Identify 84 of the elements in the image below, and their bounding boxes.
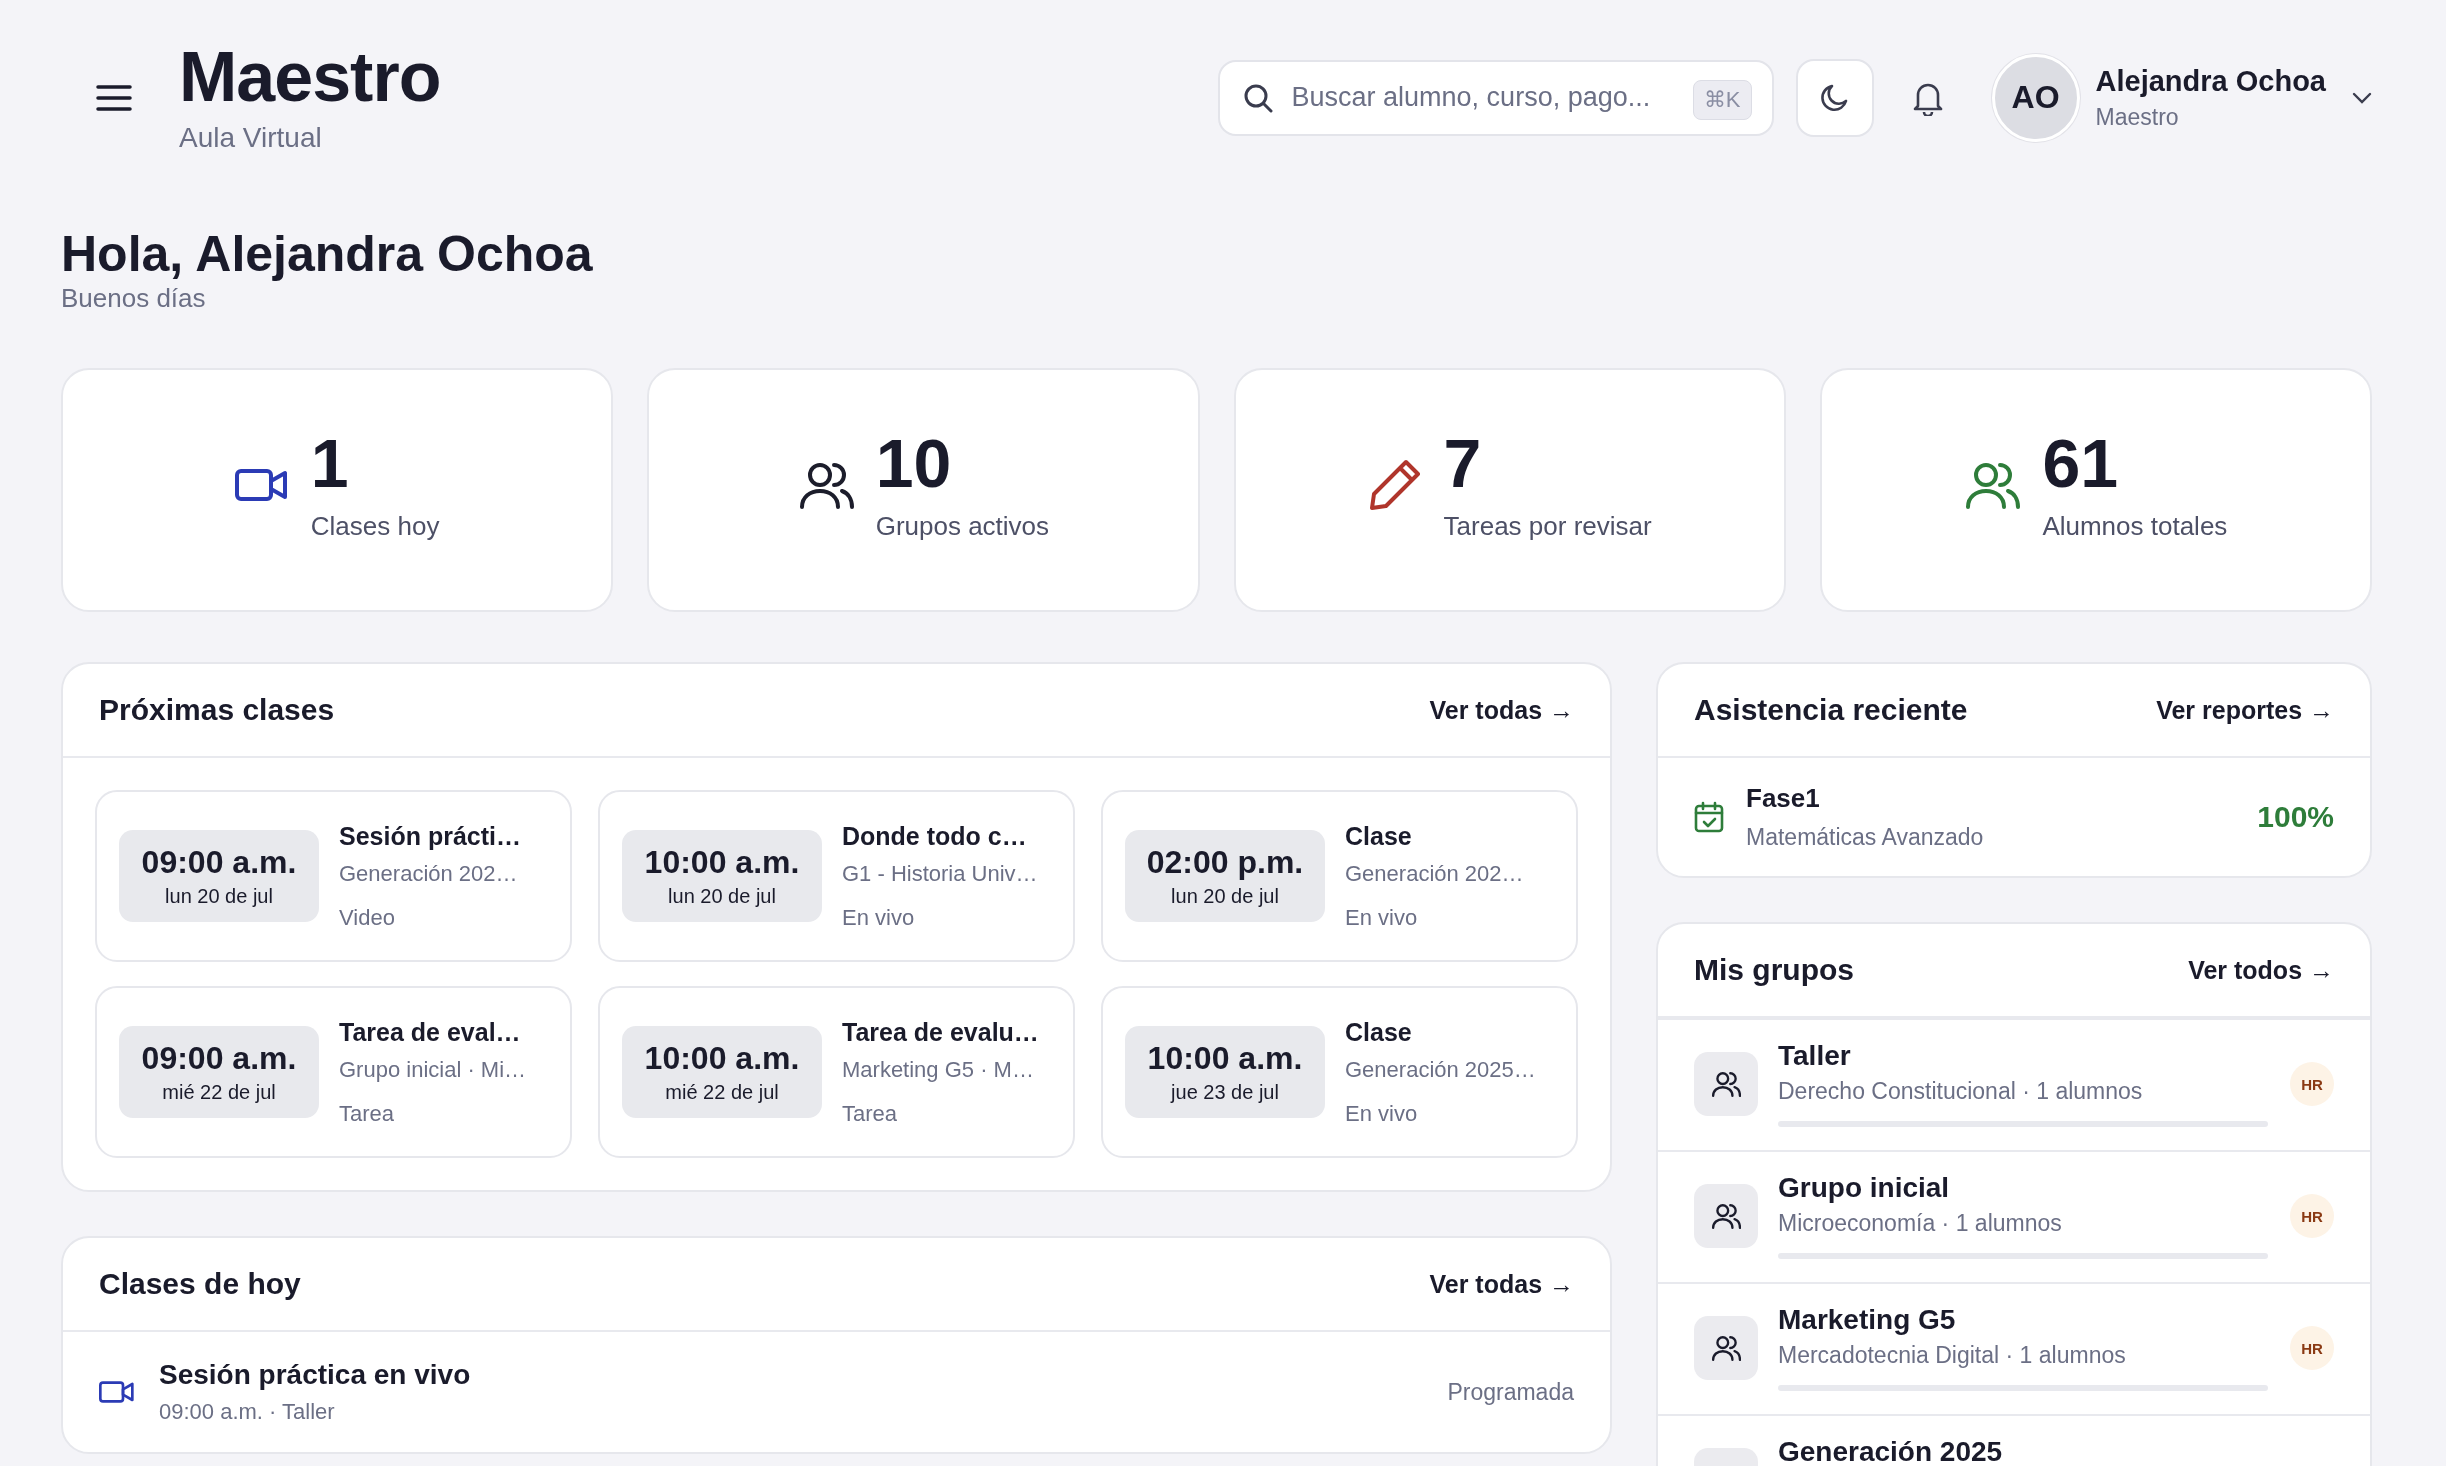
class-mode: Video — [339, 904, 395, 931]
group-name: Marketing G5 — [1778, 1304, 1957, 1336]
view-all-link[interactable]: Ver todos → — [2188, 955, 2334, 985]
session-name: Fase1 — [1746, 783, 1821, 814]
class-detail: 09:00 a.m. · Taller — [159, 1399, 336, 1425]
class-group: Generación 202… — [339, 860, 518, 887]
class-date: mié 22 de jul — [162, 1081, 276, 1104]
class-card[interactable]: 10:00 a.m. mié 22 de jul Tarea de evalu… Marketing G5 · M… Tarea — [598, 986, 1075, 1158]
panel-title: Mis grupos — [1694, 953, 1854, 987]
class-mode: Tarea — [842, 1100, 898, 1127]
stat-label: Alumnos totales — [2042, 510, 2228, 542]
class-mode: En vivo — [1345, 904, 1418, 931]
initials-badge: HR — [2290, 1062, 2334, 1106]
user-avatar[interactable]: AO — [1991, 53, 2080, 142]
initials-badge: HR — [2290, 1326, 2334, 1370]
group-detail: Derecho Constitucional · 1 alumnos — [1778, 1078, 2144, 1105]
class-title: Clase — [1345, 821, 1412, 851]
app-title: Maestro — [179, 41, 441, 112]
user-role: Maestro — [2095, 103, 2180, 131]
course-name: Matemáticas Avanzado — [1746, 824, 1985, 851]
panel-title: Clases de hoy — [99, 1267, 301, 1301]
group-name: Generación 2025 — [1778, 1436, 2004, 1466]
users-icon — [1711, 1202, 1741, 1230]
class-time: 10:00 a.m. — [644, 844, 800, 881]
class-time: 10:00 a.m. — [1147, 1040, 1303, 1077]
class-time: 09:00 a.m. — [141, 844, 297, 881]
app-subtitle: Aula Virtual — [179, 121, 323, 154]
class-date: lun 20 de jul — [1171, 885, 1279, 908]
group-name: Grupo inicial — [1778, 1172, 1951, 1204]
greeting-title: Hola, Alejandra Ochoa — [61, 226, 593, 282]
view-all-link[interactable]: Ver reportes → — [2156, 695, 2334, 725]
class-mode: En vivo — [1345, 1100, 1418, 1127]
class-card[interactable]: 10:00 a.m. jue 23 de jul Clase Generación 2025… En vivo — [1101, 986, 1578, 1158]
class-card[interactable]: 10:00 a.m. lun 20 de jul Donde todo c… G1 - Historia Univ… En vivo — [598, 790, 1075, 962]
class-date: lun 20 de jul — [165, 885, 273, 908]
group-detail: Mercadotecnia Digital · 1 alumnos — [1778, 1342, 2127, 1369]
stat-value: 10 — [875, 428, 953, 497]
calendar-check-icon — [1694, 801, 1724, 833]
class-date: lun 20 de jul — [668, 885, 776, 908]
panel-title: Asistencia reciente — [1694, 693, 1968, 727]
stat-label: Grupos activos — [875, 510, 1050, 542]
group-detail: Microeconomía · 1 alumnos — [1778, 1210, 2063, 1237]
class-mode: Tarea — [339, 1100, 395, 1127]
menu-icon — [95, 83, 132, 112]
class-title: Donde todo c… — [842, 821, 1027, 851]
class-card[interactable]: 09:00 a.m. mié 22 de jul Tarea de eval… Grupo inicial · Mi… Tarea — [95, 986, 572, 1158]
class-title: Sesión práctica en vivo — [159, 1359, 472, 1391]
chevron-down-icon[interactable] — [2352, 91, 2372, 104]
stat-label: Clases hoy — [310, 510, 440, 542]
class-time: 09:00 a.m. — [141, 1040, 297, 1077]
class-card[interactable]: 02:00 p.m. lun 20 de jul Clase Generación 202… En vivo — [1101, 790, 1578, 962]
initials-badge: HR — [2290, 1194, 2334, 1238]
attendance-percent: 100% — [2257, 800, 2334, 834]
class-date: jue 23 de jul — [1171, 1081, 1279, 1104]
theme-toggle-button[interactable] — [1795, 58, 1874, 137]
users-icon — [1711, 1070, 1741, 1098]
group-name: Taller — [1778, 1040, 1852, 1072]
class-date: mié 22 de jul — [665, 1081, 779, 1104]
class-card[interactable]: 09:00 a.m. lun 20 de jul Sesión prácti… Generación 202… Video — [95, 790, 572, 962]
class-mode: En vivo — [842, 904, 915, 931]
class-group: Generación 2025… — [1345, 1056, 1536, 1083]
users-icon — [1711, 1334, 1741, 1362]
class-group: Marketing G5 · M… — [842, 1056, 1034, 1083]
panel-title: Próximas clases — [99, 693, 335, 727]
stat-label: Tareas por revisar — [1443, 510, 1652, 542]
stat-value: 61 — [2042, 428, 2119, 497]
class-group: Generación 202… — [1345, 860, 1524, 887]
class-title: Sesión prácti… — [339, 821, 521, 851]
class-group: G1 - Historia Univ… — [842, 860, 1038, 887]
view-all-link[interactable]: Ver todas → — [1429, 695, 1574, 725]
class-title: Tarea de evalu… — [842, 1017, 1039, 1047]
class-time: 10:00 a.m. — [644, 1040, 800, 1077]
stat-value: 7 — [1443, 428, 1483, 497]
class-group: Grupo inicial · Mi… — [339, 1056, 527, 1083]
view-all-link[interactable]: Ver todas → — [1429, 1269, 1574, 1299]
class-title: Clase — [1345, 1017, 1412, 1047]
user-name: Alejandra Ochoa — [2095, 64, 2326, 98]
stat-value: 1 — [310, 428, 350, 497]
class-title: Tarea de eval… — [339, 1017, 521, 1047]
class-status: Programada — [1447, 1378, 1574, 1406]
class-time: 02:00 p.m. — [1146, 844, 1304, 881]
greeting-subtitle: Buenos días — [61, 283, 206, 313]
shortcut-hint: ⌘K — [1692, 79, 1752, 120]
video-camera-icon — [99, 1378, 135, 1406]
